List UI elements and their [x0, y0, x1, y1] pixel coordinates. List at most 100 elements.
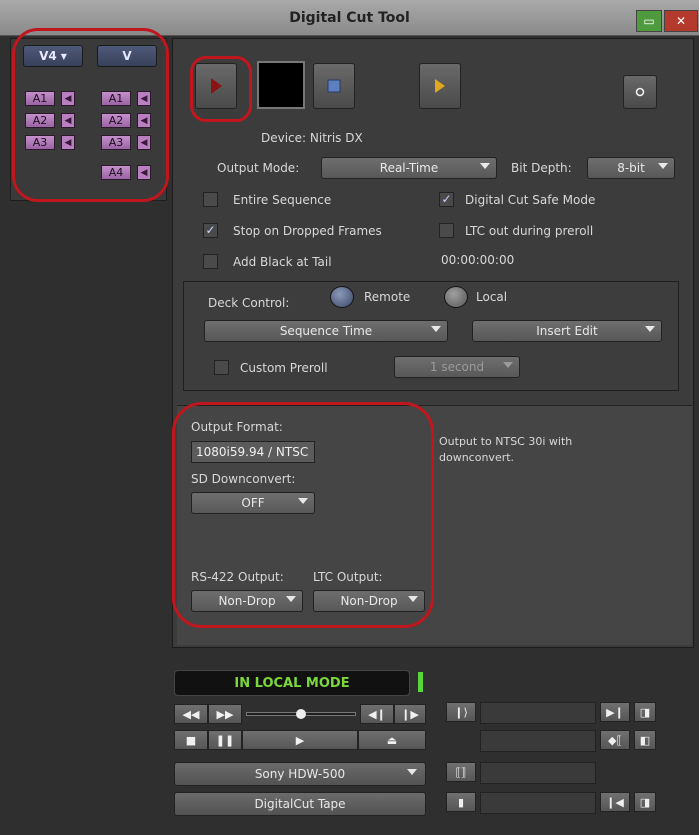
- deck-stop-button[interactable]: ■: [174, 730, 208, 750]
- step-back-icon: ◀❙: [368, 707, 386, 721]
- go-to-start-button[interactable]: ❙◀: [600, 792, 630, 812]
- mark-out-timecode-field[interactable]: [480, 730, 596, 752]
- ltc-out-during-preroll-checkbox[interactable]: [439, 223, 454, 238]
- clear-out-button[interactable]: ◧: [634, 730, 656, 750]
- source-track-a3[interactable]: A3: [25, 135, 55, 150]
- deck-selection-dropdown[interactable]: Sony HDW-500: [174, 762, 426, 786]
- sd-downconvert-label: SD Downconvert:: [191, 472, 296, 486]
- step-back-button[interactable]: ◀❙: [360, 704, 394, 724]
- edit-mode-value: Insert Edit: [536, 324, 598, 338]
- rs422-output-dropdown[interactable]: Non-Drop: [191, 590, 303, 612]
- source-track-a1[interactable]: A1: [25, 91, 55, 106]
- record-track-a1[interactable]: A1: [101, 91, 131, 106]
- circle-icon: [635, 87, 645, 97]
- digital-cut-safe-mode-label: Digital Cut Safe Mode: [465, 193, 596, 207]
- record-track-a3[interactable]: A3: [101, 135, 131, 150]
- output-format-field[interactable]: 1080i59.94 / NTSC: [191, 441, 315, 463]
- current-position-button[interactable]: ▮: [446, 792, 476, 812]
- go-to-out-icon: ◆⟦: [608, 733, 622, 747]
- ltc-output-label: LTC Output:: [313, 570, 383, 584]
- go-to-start-icon: ❙◀: [606, 795, 624, 809]
- clear-in-button[interactable]: ◨: [634, 702, 656, 722]
- mark-in-button[interactable]: ❙⟩: [446, 702, 476, 722]
- current-timecode-field[interactable]: [480, 792, 596, 814]
- record-track-a4[interactable]: A4: [101, 165, 131, 180]
- maximize-button[interactable]: ▭: [636, 10, 662, 32]
- remote-radio[interactable]: [330, 286, 354, 308]
- preroll-duration-value: 1 second: [429, 360, 485, 374]
- eject-button[interactable]: ⏏: [358, 730, 426, 750]
- pause-button[interactable]: ❚❚: [208, 730, 242, 750]
- source-video-track-label: V: [122, 49, 132, 63]
- sd-downconvert-dropdown[interactable]: OFF: [191, 492, 315, 514]
- ltc-output-value: Non-Drop: [340, 594, 398, 608]
- deck-control-label: Deck Control:: [208, 296, 290, 310]
- pause-icon: ❚❚: [215, 733, 235, 747]
- chevron-down-icon: [431, 326, 441, 332]
- stop-on-dropped-frames-checkbox[interactable]: ✓: [203, 223, 218, 238]
- preview-digital-cut-button[interactable]: [419, 63, 461, 109]
- stop-icon: ■: [185, 733, 197, 747]
- track-patch-arrow-icon[interactable]: ◀: [137, 165, 151, 180]
- track-patch-arrow-icon[interactable]: ◀: [61, 91, 75, 106]
- checkmark-icon: ✓: [205, 223, 216, 237]
- duration-button[interactable]: ⟦⟧: [446, 762, 476, 782]
- local-radio[interactable]: [444, 286, 468, 308]
- ltc-out-during-preroll-label: LTC out during preroll: [465, 224, 594, 238]
- close-button[interactable]: ✕: [664, 10, 698, 32]
- preroll-duration-dropdown[interactable]: 1 second: [394, 356, 520, 378]
- tape-name: DigitalCut Tape: [254, 797, 346, 811]
- clear-in-icon: ◨: [639, 705, 651, 719]
- mark-in-timecode-field[interactable]: [480, 702, 596, 724]
- duration-timecode-field[interactable]: [480, 762, 596, 784]
- shuttle-slider[interactable]: [244, 704, 358, 724]
- go-to-out-button[interactable]: ◆⟦: [600, 730, 630, 750]
- rs422-output-value: Non-Drop: [218, 594, 276, 608]
- source-track-a2[interactable]: A2: [25, 113, 55, 128]
- tape-name-button[interactable]: DigitalCut Tape: [174, 792, 426, 816]
- record-track-a2[interactable]: A2: [101, 113, 131, 128]
- deck-name: Sony HDW-500: [254, 767, 346, 781]
- edit-mode-dropdown[interactable]: Insert Edit: [472, 320, 662, 342]
- track-patch-arrow-icon[interactable]: ◀: [61, 113, 75, 128]
- track-patch-arrow-icon[interactable]: ◀: [137, 91, 151, 106]
- bit-depth-value: 8-bit: [617, 161, 645, 175]
- options-button[interactable]: [623, 75, 657, 109]
- step-forward-button[interactable]: ❙▶: [394, 704, 426, 724]
- digital-cut-safe-mode-checkbox[interactable]: ✓: [439, 192, 454, 207]
- play-digital-cut-button[interactable]: [195, 63, 237, 109]
- close-icon: ✕: [675, 14, 687, 28]
- stop-button[interactable]: [313, 63, 355, 109]
- bit-depth-dropdown[interactable]: 8-bit: [587, 157, 675, 179]
- fast-forward-button[interactable]: ▶▶: [208, 704, 242, 724]
- track-patch-arrow-icon[interactable]: ◀: [137, 113, 151, 128]
- clear-icon: ◨: [639, 795, 651, 809]
- shuttle-handle[interactable]: [296, 709, 306, 719]
- play-icon: [435, 79, 445, 93]
- chevron-down-icon: [286, 596, 296, 602]
- record-indicator: [257, 61, 305, 109]
- record-video-track-button[interactable]: V4 ▼: [23, 45, 83, 67]
- clear-out-icon: ◧: [639, 733, 651, 747]
- chevron-down-icon: ▼: [60, 51, 67, 61]
- time-source-dropdown[interactable]: Sequence Time: [204, 320, 448, 342]
- track-patch-arrow-icon[interactable]: ◀: [137, 135, 151, 150]
- play-icon: [211, 78, 222, 94]
- source-video-track-button[interactable]: V: [97, 45, 157, 67]
- go-to-in-icon: ▶❙: [606, 705, 624, 719]
- go-to-in-button[interactable]: ▶❙: [600, 702, 630, 722]
- add-black-at-tail-checkbox[interactable]: [203, 254, 218, 269]
- digital-cut-settings-panel: Device: Nitris DX Output Mode: Real-Time…: [172, 38, 694, 648]
- clear-position-button[interactable]: ◨: [634, 792, 656, 812]
- rewind-button[interactable]: ◀◀: [174, 704, 208, 724]
- output-settings-group: Output Format: 1080i59.94 / NTSC Output …: [177, 405, 692, 645]
- ltc-output-dropdown[interactable]: Non-Drop: [313, 590, 425, 612]
- sd-downconvert-value: OFF: [241, 496, 265, 510]
- deck-control-group: Deck Control: Remote Local Sequence Time…: [183, 281, 679, 391]
- deck-play-button[interactable]: ▶: [242, 730, 358, 750]
- track-patch-arrow-icon[interactable]: ◀: [61, 135, 75, 150]
- output-mode-dropdown[interactable]: Real-Time: [321, 157, 497, 179]
- custom-preroll-checkbox[interactable]: [214, 360, 229, 375]
- entire-sequence-checkbox[interactable]: [203, 192, 218, 207]
- output-format-label: Output Format:: [191, 420, 283, 434]
